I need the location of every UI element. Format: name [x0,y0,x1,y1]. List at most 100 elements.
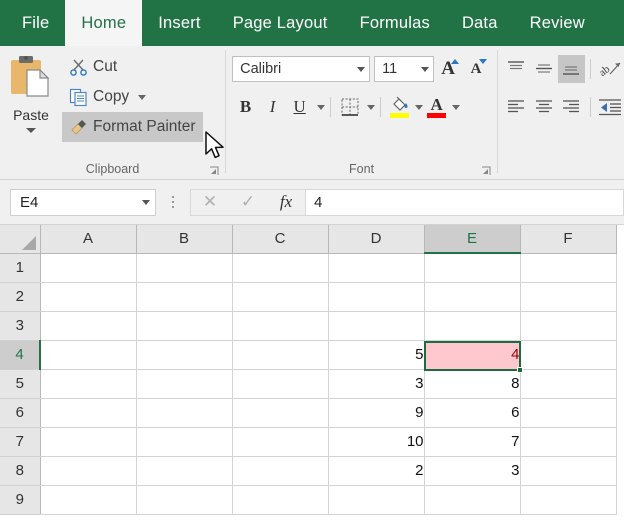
cell-b6[interactable] [136,398,233,428]
tab-data[interactable]: Data [446,0,514,46]
cell-a4[interactable] [40,340,137,370]
decrease-font-size-button[interactable]: A [462,55,490,83]
cell-a7[interactable] [40,427,137,457]
cell-d7[interactable]: 10 [328,427,425,457]
cell-e4[interactable]: 4 [424,340,521,370]
cell-e8[interactable]: 3 [424,456,521,486]
cell-a6[interactable] [40,398,137,428]
cell-e3[interactable] [424,311,521,341]
cell-a3[interactable] [40,311,137,341]
cell-b7[interactable] [136,427,233,457]
cell-f5[interactable] [520,369,617,399]
cancel-formula-button[interactable]: ✕ [191,190,229,215]
row-header-7[interactable]: 7 [0,427,41,457]
clipboard-dialog-launcher-icon[interactable] [209,165,219,175]
align-left-button[interactable] [502,93,530,121]
cell-f7[interactable] [520,427,617,457]
copy-dropdown-caret-icon[interactable] [138,94,147,100]
font-name-combo[interactable]: Calibri [232,56,371,82]
align-middle-button[interactable] [530,55,558,83]
cell-d3[interactable] [328,311,425,341]
borders-dropdown-caret-icon[interactable] [367,104,376,110]
font-size-combo[interactable]: 11 [374,56,435,82]
cell-a9[interactable] [40,485,137,515]
cell-a8[interactable] [40,456,137,486]
cell-e1[interactable] [424,253,521,283]
cell-c8[interactable] [232,456,329,486]
tab-insert[interactable]: Insert [142,0,216,46]
row-header-1[interactable]: 1 [0,253,41,283]
cell-d4[interactable]: 5 [328,340,425,370]
enter-formula-button[interactable]: ✓ [229,190,267,215]
column-header-f[interactable]: F [520,225,617,254]
cell-f6[interactable] [520,398,617,428]
row-header-3[interactable]: 3 [0,311,41,341]
borders-button[interactable] [336,94,363,121]
underline-dropdown-caret-icon[interactable] [317,104,326,110]
insert-function-button[interactable]: fx [267,190,305,215]
row-header-4[interactable]: 4 [0,340,41,370]
cell-b2[interactable] [136,282,233,312]
cell-c3[interactable] [232,311,329,341]
cell-d5[interactable]: 3 [328,369,425,399]
column-header-e[interactable]: E [424,225,521,254]
font-name-caret-icon[interactable] [357,66,366,72]
underline-button[interactable]: U [286,94,313,121]
row-header-8[interactable]: 8 [0,456,41,486]
column-header-a[interactable]: A [40,225,137,254]
cell-d8[interactable]: 2 [328,456,425,486]
orientation-button[interactable]: ab [596,55,624,83]
bold-button[interactable]: B [232,94,259,121]
align-top-button[interactable] [502,55,530,83]
name-box-caret-icon[interactable] [142,199,150,205]
tab-home[interactable]: Home [65,0,143,46]
align-right-button[interactable] [558,93,586,121]
fill-color-dropdown-caret-icon[interactable] [415,104,424,110]
format-painter-button[interactable]: Format Painter [62,112,203,142]
cell-b5[interactable] [136,369,233,399]
font-dialog-launcher-icon[interactable] [481,165,491,175]
column-header-b[interactable]: B [136,225,233,254]
cell-d1[interactable] [328,253,425,283]
decrease-indent-button[interactable] [596,93,624,121]
cell-e9[interactable] [424,485,521,515]
paste-button[interactable]: Paste [0,50,62,158]
cell-c7[interactable] [232,427,329,457]
align-bottom-button[interactable] [557,55,586,83]
tab-formulas[interactable]: Formulas [344,0,446,46]
row-header-5[interactable]: 5 [0,369,41,399]
cell-b1[interactable] [136,253,233,283]
cut-button[interactable]: Cut [62,52,203,82]
cell-c6[interactable] [232,398,329,428]
cell-e5[interactable]: 8 [424,369,521,399]
formula-input[interactable]: 4 [305,188,624,216]
fill-color-button[interactable] [386,94,413,121]
cell-e6[interactable]: 6 [424,398,521,428]
font-color-button[interactable]: A [423,94,450,121]
row-header-9[interactable]: 9 [0,485,41,515]
cell-a5[interactable] [40,369,137,399]
cell-c4[interactable] [232,340,329,370]
cell-b4[interactable] [136,340,233,370]
tab-review[interactable]: Review [514,0,601,46]
cell-d9[interactable] [328,485,425,515]
cell-c9[interactable] [232,485,329,515]
row-header-2[interactable]: 2 [0,282,41,312]
cell-c5[interactable] [232,369,329,399]
formula-bar-grip[interactable] [162,196,184,208]
italic-button[interactable]: I [259,94,286,121]
cell-f4[interactable] [520,340,617,370]
cell-b9[interactable] [136,485,233,515]
tab-page-layout[interactable]: Page Layout [217,0,344,46]
cell-a2[interactable] [40,282,137,312]
cell-b8[interactable] [136,456,233,486]
row-header-6[interactable]: 6 [0,398,41,428]
cell-a1[interactable] [40,253,137,283]
cell-c1[interactable] [232,253,329,283]
cell-f9[interactable] [520,485,617,515]
cell-f3[interactable] [520,311,617,341]
font-color-dropdown-caret-icon[interactable] [452,104,461,110]
cell-b3[interactable] [136,311,233,341]
font-size-caret-icon[interactable] [421,66,430,72]
cell-f2[interactable] [520,282,617,312]
